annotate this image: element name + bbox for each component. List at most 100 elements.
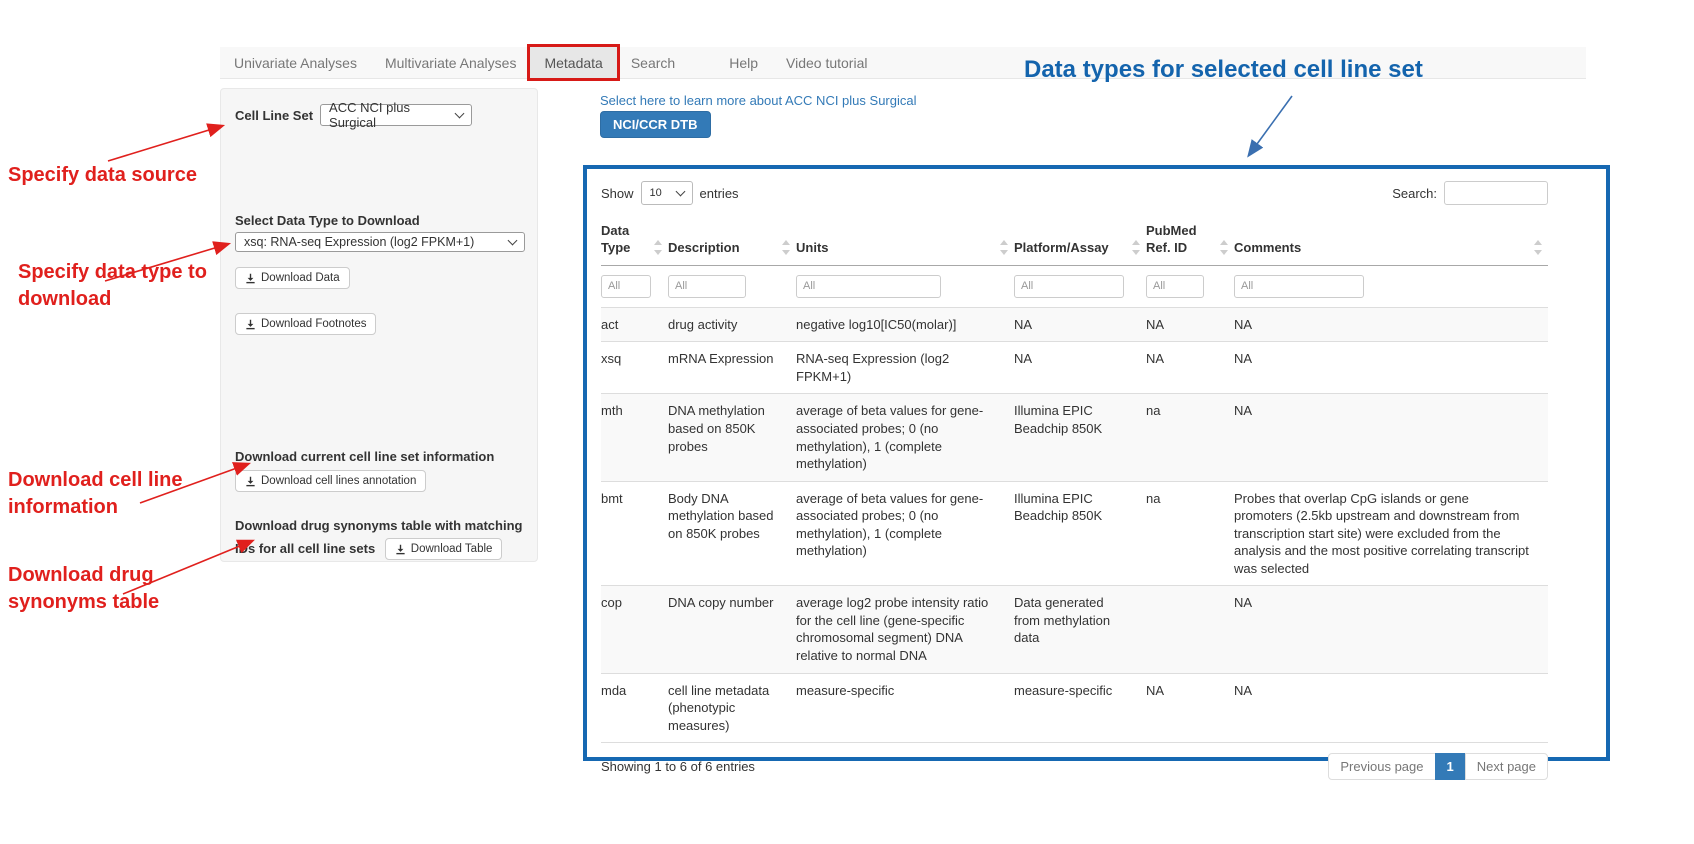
cell-platform: measure-specific xyxy=(1014,673,1146,743)
cell-units: RNA-seq Expression (log2 FPKM+1) xyxy=(796,342,1014,394)
cell-data-type: mth xyxy=(601,394,668,481)
arrow-data-types xyxy=(1249,96,1292,155)
cell-comments: NA xyxy=(1234,673,1548,743)
drug-synonyms-heading: Download drug synonyms table with matchi… xyxy=(235,515,529,561)
filter-row xyxy=(601,265,1548,307)
column-header-label: Platform/Assay xyxy=(1014,240,1109,255)
cell-description: cell line metadata (phenotypic measures) xyxy=(668,673,796,743)
cell-description: drug activity xyxy=(668,307,796,342)
search-input[interactable] xyxy=(1444,181,1548,205)
cell-pubmed: NA xyxy=(1146,342,1234,394)
filter-input-platform-assay[interactable] xyxy=(1014,275,1124,298)
data-type-select[interactable]: xsq: RNA-seq Expression (log2 FPKM+1) xyxy=(235,232,525,252)
cell-line-set-value: ACC NCI plus Surgical xyxy=(329,100,448,130)
download-icon xyxy=(245,319,256,330)
download-footnotes-label: Download Footnotes xyxy=(261,318,366,330)
cell-line-set-select[interactable]: ACC NCI plus Surgical xyxy=(320,104,472,126)
cell-comments: NA xyxy=(1234,394,1548,481)
tab-metadata[interactable]: Metadata xyxy=(530,47,616,78)
sort-icon[interactable] xyxy=(1534,240,1542,255)
column-header-label: Comments xyxy=(1234,240,1301,255)
column-header-pubmed-ref-id[interactable]: PubMed Ref. ID xyxy=(1146,219,1234,265)
column-header-label: Description xyxy=(668,240,740,255)
download-data-label: Download Data xyxy=(261,272,340,284)
previous-page-button[interactable]: Previous page xyxy=(1328,753,1435,780)
cell-pubmed: NA xyxy=(1146,673,1234,743)
chevron-down-icon xyxy=(675,187,685,197)
cell-data-type: act xyxy=(601,307,668,342)
table-row: bmt Body DNA methylation based on 850K p… xyxy=(601,481,1548,586)
annotation-download-drug-synonyms: Download drug synonyms table xyxy=(8,562,188,616)
cell-platform: Illumina EPIC Beadchip 850K xyxy=(1014,394,1146,481)
cell-comments: Probes that overlap CpG islands or gene … xyxy=(1234,481,1548,586)
annotation-download-cell-line-info: Download cell line information xyxy=(8,467,208,521)
cell-description: DNA copy number xyxy=(668,586,796,673)
sort-icon[interactable] xyxy=(782,240,790,255)
column-header-label: Data Type xyxy=(601,223,630,255)
entries-info: Showing 1 to 6 of 6 entries xyxy=(601,759,755,774)
next-page-button[interactable]: Next page xyxy=(1465,753,1548,780)
filter-input-data-type[interactable] xyxy=(601,275,651,298)
download-cell-lines-annotation-button[interactable]: Download cell lines annotation xyxy=(235,470,426,492)
annotation-data-types-title: Data types for selected cell line set xyxy=(1024,56,1494,84)
tab-video-tutorial[interactable]: Video tutorial xyxy=(772,47,881,78)
column-header-platform-assay[interactable]: Platform/Assay xyxy=(1014,219,1146,265)
cell-data-type: xsq xyxy=(601,342,668,394)
pagination: Previous page 1 Next page xyxy=(1329,753,1548,780)
table-footer: Showing 1 to 6 of 6 entries Previous pag… xyxy=(601,753,1548,780)
source-button[interactable]: NCI/CCR DTB xyxy=(600,111,711,138)
data-types-table-container: Show 10 entries Search: Data Type De xyxy=(583,165,1610,761)
search-label: Search: xyxy=(1392,186,1437,201)
download-icon xyxy=(245,273,256,284)
filter-input-comments[interactable] xyxy=(1234,275,1364,298)
cell-line-info-heading: Download current cell line set informati… xyxy=(235,449,494,464)
cell-comments: NA xyxy=(1234,586,1548,673)
download-table-button[interactable]: Download Table xyxy=(385,538,503,560)
arrow-specify-source xyxy=(108,126,222,161)
column-header-comments[interactable]: Comments xyxy=(1234,219,1548,265)
table-row: mth DNA methylation based on 850K probes… xyxy=(601,394,1548,481)
show-entries-select[interactable]: 10 xyxy=(641,181,693,205)
cell-platform: NA xyxy=(1014,342,1146,394)
page: Specify data source Specify data type to… xyxy=(0,0,1694,844)
cell-pubmed: na xyxy=(1146,481,1234,586)
cell-units: average of beta values for gene-associat… xyxy=(796,394,1014,481)
data-type-value: xsq: RNA-seq Expression (log2 FPKM+1) xyxy=(244,235,474,249)
cell-pubmed: na xyxy=(1146,394,1234,481)
cell-units: average of beta values for gene-associat… xyxy=(796,481,1014,586)
filter-input-description[interactable] xyxy=(668,275,746,298)
chevron-down-icon xyxy=(508,236,518,246)
chevron-down-icon xyxy=(455,109,465,119)
sort-icon[interactable] xyxy=(654,240,662,255)
tab-univariate-analyses[interactable]: Univariate Analyses xyxy=(220,47,371,78)
tab-help[interactable]: Help xyxy=(715,47,772,78)
cell-platform: Illumina EPIC Beadchip 850K xyxy=(1014,481,1146,586)
column-header-label: PubMed Ref. ID xyxy=(1146,223,1197,255)
cell-platform: NA xyxy=(1014,307,1146,342)
filter-input-pubmed-ref-id[interactable] xyxy=(1146,275,1204,298)
column-header-description[interactable]: Description xyxy=(668,219,796,265)
sort-icon[interactable] xyxy=(1132,240,1140,255)
data-type-label: Select Data Type to Download xyxy=(235,213,420,228)
cell-platform: Data generated from methylation data xyxy=(1014,586,1146,673)
download-cell-lines-annotation-label: Download cell lines annotation xyxy=(261,475,416,487)
learn-more-link[interactable]: Select here to learn more about ACC NCI … xyxy=(600,93,917,108)
tab-search[interactable]: Search xyxy=(617,47,689,78)
cell-units: negative log10[IC50(molar)] xyxy=(796,307,1014,342)
sort-icon[interactable] xyxy=(1220,240,1228,255)
download-footnotes-button[interactable]: Download Footnotes xyxy=(235,313,376,335)
cell-pubmed: NA xyxy=(1146,307,1234,342)
show-label: Show xyxy=(601,186,634,201)
cell-comments: NA xyxy=(1234,307,1548,342)
annotation-specify-data-type: Specify data type to download xyxy=(18,259,233,313)
filter-input-units[interactable] xyxy=(796,275,941,298)
page-1-button[interactable]: 1 xyxy=(1435,753,1466,780)
table-row: mda cell line metadata (phenotypic measu… xyxy=(601,673,1548,743)
tab-multivariate-analyses[interactable]: Multivariate Analyses xyxy=(371,47,531,78)
column-header-data-type[interactable]: Data Type xyxy=(601,219,668,265)
column-header-units[interactable]: Units xyxy=(796,219,1014,265)
download-data-button[interactable]: Download Data xyxy=(235,267,350,289)
sort-icon[interactable] xyxy=(1000,240,1008,255)
cell-data-type: cop xyxy=(601,586,668,673)
show-entries-value: 10 xyxy=(650,187,662,199)
